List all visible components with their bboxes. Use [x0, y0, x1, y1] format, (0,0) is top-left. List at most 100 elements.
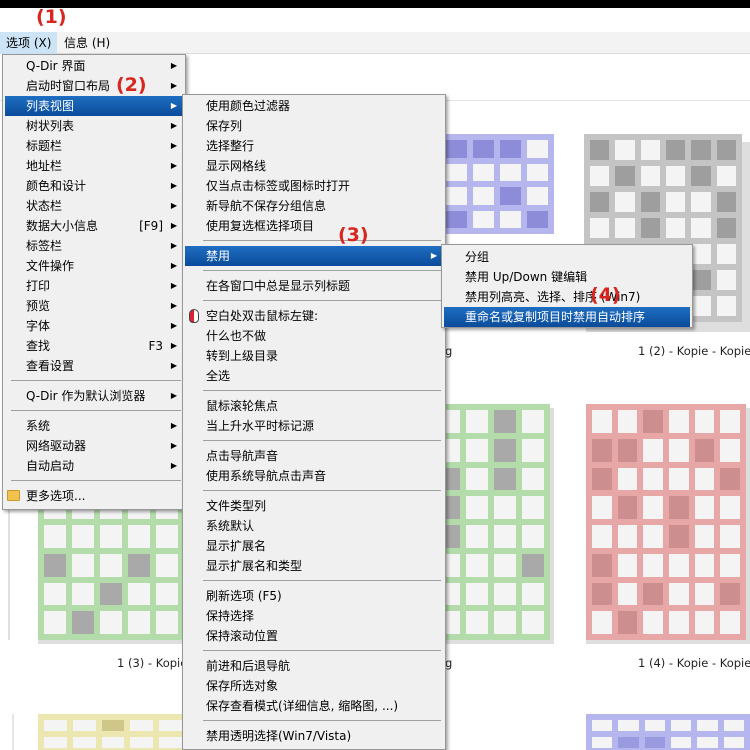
list-view-menu-item-label: 系统默认 [206, 519, 255, 533]
thumbnail-cell [697, 737, 718, 748]
list-view-menu-item[interactable]: 使用颜色过滤器 [185, 96, 443, 116]
list-view-menu-item[interactable]: 显示扩展名 [185, 536, 443, 556]
options-menu-item[interactable]: 查找 F3 ▶ [5, 336, 183, 356]
list-view-menu-item[interactable]: 什么也不做 [185, 326, 443, 346]
list-view-menu-item[interactable]: 保持选择 [185, 606, 443, 626]
thumbnail-caption: g [445, 344, 453, 358]
options-menu-item[interactable]: 预览 ▶ [5, 296, 183, 316]
list-view-menu-item[interactable]: 使用复选框选择项目 [185, 216, 443, 236]
options-menu-item[interactable]: 树状列表 ▶ [5, 116, 183, 136]
options-menu-item[interactable]: 数据大小信息 [F9] ▶ [5, 216, 183, 236]
thumbnail-cell [44, 737, 67, 748]
list-view-menu-item[interactable]: 仅当点击标签或图标时打开 [185, 176, 443, 196]
submenu-arrow-icon: ▶ [170, 441, 177, 450]
list-view-menu-item[interactable]: 保存查看模式(详细信息, 缩略图, ...) [185, 696, 443, 716]
thumbnail-cell [640, 218, 660, 238]
list-view-menu-item[interactable]: 点击导航声音 [185, 446, 443, 466]
thumbnail-cell [473, 163, 494, 181]
disable-menu-item[interactable]: 禁用 Up/Down 键编辑 [444, 267, 690, 287]
list-view-menu-item-label: 禁用透明选择(Win7/Vista) [206, 729, 352, 743]
thumbnail-cell [466, 467, 488, 491]
thumbnail-green-mid[interactable] [432, 400, 556, 646]
thumbnail-cell [473, 140, 494, 158]
list-view-menu-item-label: 使用颜色过滤器 [206, 99, 291, 113]
list-view-menu-item[interactable]: 禁用透明选择(Win7/Vista) [185, 726, 443, 746]
disable-menu-item[interactable]: 禁用列高亮、选择、排序 (Win7) [444, 287, 690, 307]
submenu-arrow-icon: ▶ [170, 461, 177, 470]
thumbnail-cell [691, 192, 711, 212]
thumbnail-cell [156, 525, 178, 548]
thumbnail-blue-top[interactable] [440, 134, 555, 234]
options-menu-item[interactable]: 列表视图 ▶ [5, 96, 183, 116]
list-view-menu-item[interactable]: 新导航不保存分组信息 [185, 196, 443, 216]
list-view-menu-item[interactable]: 刷新选项 (F5) [185, 586, 443, 606]
thumbnail-cell [466, 410, 488, 433]
list-view-menu-item[interactable]: 当上升水平时标记源 [185, 416, 443, 436]
menu-info[interactable]: 信息 (H) [58, 32, 116, 54]
list-view-menu-item[interactable]: 空白处双击鼠标左键: [185, 306, 443, 326]
disable-menu-item-label: 重命名或复制项目时禁用自动排序 [465, 310, 646, 324]
list-view-menu-item[interactable]: 文件类型列 [185, 496, 443, 516]
thumbnail-cell [617, 438, 638, 462]
thumbnail-cell [691, 218, 711, 238]
submenu-arrow-icon: ▶ [170, 141, 177, 150]
options-menu-item[interactable]: 地址栏 ▶ [5, 156, 183, 176]
options-menu-item[interactable]: 系统 ▶ [5, 416, 183, 436]
annotation-1: (1) [36, 6, 67, 28]
options-menu-item[interactable]: 状态栏 ▶ [5, 196, 183, 216]
list-view-menu-item[interactable]: 系统默认 [185, 516, 443, 536]
thumbnail-cell [500, 140, 521, 158]
disable-menu-item[interactable]: 重命名或复制项目时禁用自动排序 [444, 307, 690, 327]
options-menu-item[interactable]: 自动启动 ▶ [5, 456, 183, 476]
list-view-menu-item[interactable]: 保存所选对象 [185, 676, 443, 696]
options-menu-item[interactable]: 网络驱动器 ▶ [5, 436, 183, 456]
thumbnail-cell [694, 525, 715, 548]
options-menu-item[interactable]: 文件操作 ▶ [5, 256, 183, 276]
options-menu-item[interactable]: 字体 ▶ [5, 316, 183, 336]
thumbnail-cell [592, 467, 612, 491]
options-menu-item[interactable]: Q-Dir 作为默认浏览器 ▶ [5, 386, 183, 406]
list-view-menu-item-label: 使用复选框选择项目 [206, 219, 315, 233]
thumbnail-cell [592, 553, 612, 577]
thumbnail-cell [669, 553, 689, 577]
thumbnail-cell [615, 166, 635, 186]
thumbnail-cell [522, 467, 544, 491]
options-menu-item[interactable]: 启动时窗口布局 ▶ [5, 76, 183, 96]
thumbnail-red[interactable] [578, 400, 750, 646]
list-view-menu-item[interactable]: 鼠标滚轮焦点 [185, 396, 443, 416]
menu-separator [203, 650, 441, 651]
list-view-menu-item[interactable]: 转到上级目录 [185, 346, 443, 366]
list-view-menu-item[interactable]: 全选 [185, 366, 443, 386]
list-view-menu-item[interactable]: 保持滚动位置 [185, 626, 443, 646]
list-view-menu-item[interactable]: 保存列 [185, 116, 443, 136]
list-view-menu-item[interactable]: 使用系统导航点击声音 [185, 466, 443, 486]
list-view-menu-item[interactable]: 前进和后退导航 [185, 656, 443, 676]
list-view-menu-item-label: 保持选择 [206, 609, 255, 623]
thumbnail-cell [592, 410, 612, 433]
thumbnail-blue-bottom[interactable] [586, 714, 750, 750]
thumbnail-cell [723, 720, 744, 731]
list-view-menu-item[interactable]: 在各窗口中总是显示列标题 [185, 276, 443, 296]
options-menu-item[interactable]: 更多选项... [5, 486, 183, 506]
thumbnail-caption: g [445, 656, 453, 670]
options-menu-item[interactable]: 标签栏 ▶ [5, 236, 183, 256]
options-menu-item[interactable]: 打印 ▶ [5, 276, 183, 296]
thumbnail-cell [669, 467, 689, 491]
disable-menu-item[interactable]: 分组 [444, 247, 690, 267]
list-view-menu-item[interactable]: 显示网格线 [185, 156, 443, 176]
menu-options[interactable]: 选项 (X) [0, 32, 58, 54]
list-view-menu-item-label: 在各窗口中总是显示列标题 [206, 279, 351, 293]
options-menu-item-label: 系统 [26, 419, 51, 433]
list-view-menu-item[interactable]: 显示扩展名和类型 [185, 556, 443, 576]
options-menu-item[interactable]: Q-Dir 界面 ▶ [5, 56, 183, 76]
submenu-arrow-icon: ▶ [170, 361, 177, 370]
thumbnail-cell [466, 496, 488, 519]
options-menu-item[interactable]: 查看设置 ▶ [5, 356, 183, 376]
options-menu-item[interactable]: 颜色和设计 ▶ [5, 176, 183, 196]
options-menu-item[interactable]: 标题栏 ▶ [5, 136, 183, 156]
options-menu-item-label: 查找 [26, 339, 51, 353]
list-view-menu-item[interactable]: 选择整行 [185, 136, 443, 156]
thumbnail-yellow[interactable] [38, 714, 188, 750]
thumbnail-cell [466, 525, 488, 548]
list-view-menu-item[interactable]: 禁用 ▶ [185, 246, 443, 266]
